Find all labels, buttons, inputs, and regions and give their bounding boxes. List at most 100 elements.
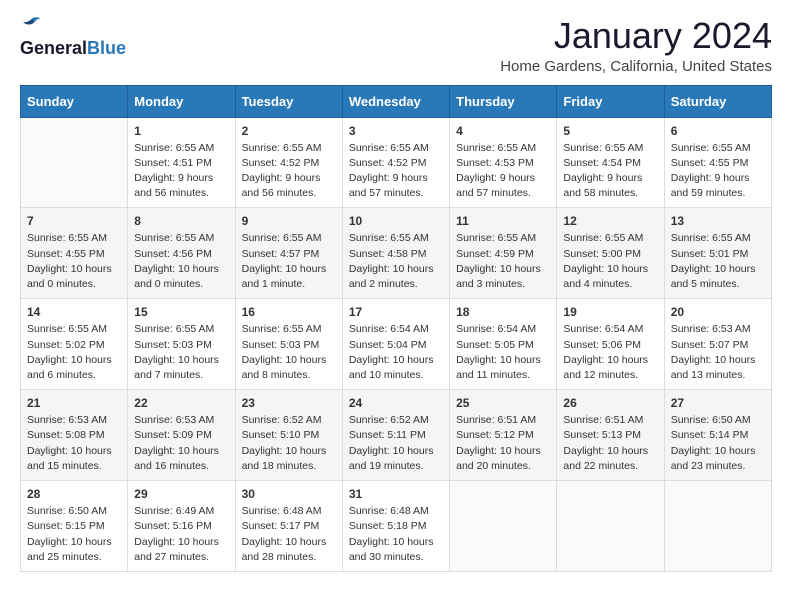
calendar-cell: 30 Sunrise: 6:48 AM Sunset: 5:17 PM Dayli… [235,481,342,572]
calendar-cell: 3 Sunrise: 6:55 AM Sunset: 4:52 PM Daylig… [342,117,449,208]
day-number: 3 [349,124,443,138]
calendar-cell: 21 Sunrise: 6:53 AM Sunset: 5:08 PM Dayli… [21,390,128,481]
day-info: Sunrise: 6:55 AM Sunset: 4:56 PM Dayligh… [134,231,228,292]
day-number: 14 [27,305,121,319]
day-number: 6 [671,124,765,138]
calendar-cell: 29 Sunrise: 6:49 AM Sunset: 5:16 PM Dayli… [128,481,235,572]
calendar-cell: 25 Sunrise: 6:51 AM Sunset: 5:12 PM Dayli… [450,390,557,481]
day-number: 16 [242,305,336,319]
day-info: Sunrise: 6:50 AM Sunset: 5:14 PM Dayligh… [671,413,765,474]
day-number: 11 [456,214,550,228]
day-number: 22 [134,396,228,410]
day-info: Sunrise: 6:54 AM Sunset: 5:06 PM Dayligh… [563,322,657,383]
day-number: 26 [563,396,657,410]
day-number: 29 [134,487,228,501]
calendar-cell [450,481,557,572]
calendar-cell: 11 Sunrise: 6:55 AM Sunset: 4:59 PM Dayli… [450,208,557,299]
calendar-cell: 23Sunrise: 6:52 AM Sunset: 5:10 PM Dayli… [235,390,342,481]
header: General Blue January 2024 Home Gardens, … [20,16,772,75]
day-number: 30 [242,487,336,501]
calendar-cell: 6Sunrise: 6:55 AM Sunset: 4:55 PM Daylig… [664,117,771,208]
calendar-cell: 24 Sunrise: 6:52 AM Sunset: 5:11 PM Dayli… [342,390,449,481]
day-info: Sunrise: 6:52 AM Sunset: 5:11 PM Dayligh… [349,413,443,474]
day-info: Sunrise: 6:53 AM Sunset: 5:08 PM Dayligh… [27,413,121,474]
calendar-cell: 20Sunrise: 6:53 AM Sunset: 5:07 PM Dayli… [664,299,771,390]
calendar-cell: 19 Sunrise: 6:54 AM Sunset: 5:06 PM Dayli… [557,299,664,390]
day-number: 18 [456,305,550,319]
calendar-cell [557,481,664,572]
day-info: Sunrise: 6:55 AM Sunset: 5:00 PM Dayligh… [563,231,657,292]
calendar-cell: 15Sunrise: 6:55 AM Sunset: 5:03 PM Dayli… [128,299,235,390]
logo-blue-text: Blue [87,39,126,57]
calendar-cell: 28 Sunrise: 6:50 AM Sunset: 5:15 PM Dayli… [21,481,128,572]
day-of-week-header: Thursday [450,85,557,117]
day-number: 17 [349,305,443,319]
day-info: Sunrise: 6:55 AM Sunset: 5:01 PM Dayligh… [671,231,765,292]
day-info: Sunrise: 6:48 AM Sunset: 5:18 PM Dayligh… [349,504,443,565]
day-number: 19 [563,305,657,319]
day-number: 10 [349,214,443,228]
calendar-cell: 8 Sunrise: 6:55 AM Sunset: 4:56 PM Daylig… [128,208,235,299]
calendar-cell: 2 Sunrise: 6:55 AM Sunset: 4:52 PM Daylig… [235,117,342,208]
day-info: Sunrise: 6:55 AM Sunset: 4:52 PM Dayligh… [349,141,443,202]
day-number: 5 [563,124,657,138]
logo: General Blue [20,16,126,57]
day-info: Sunrise: 6:51 AM Sunset: 5:13 PM Dayligh… [563,413,657,474]
day-of-week-header: Tuesday [235,85,342,117]
main-title: January 2024 [500,16,772,56]
day-number: 2 [242,124,336,138]
day-number: 27 [671,396,765,410]
day-info: Sunrise: 6:51 AM Sunset: 5:12 PM Dayligh… [456,413,550,474]
day-of-week-header: Monday [128,85,235,117]
day-info: Sunrise: 6:55 AM Sunset: 4:58 PM Dayligh… [349,231,443,292]
calendar-cell: 4 Sunrise: 6:55 AM Sunset: 4:53 PM Daylig… [450,117,557,208]
day-number: 25 [456,396,550,410]
day-of-week-header: Friday [557,85,664,117]
calendar-cell: 7Sunrise: 6:55 AM Sunset: 4:55 PM Daylig… [21,208,128,299]
day-info: Sunrise: 6:55 AM Sunset: 4:59 PM Dayligh… [456,231,550,292]
calendar-cell: 26 Sunrise: 6:51 AM Sunset: 5:13 PM Dayli… [557,390,664,481]
day-number: 31 [349,487,443,501]
day-info: Sunrise: 6:55 AM Sunset: 5:03 PM Dayligh… [134,322,228,383]
calendar-table: SundayMondayTuesdayWednesdayThursdayFrid… [20,85,772,572]
day-info: Sunrise: 6:50 AM Sunset: 5:15 PM Dayligh… [27,504,121,565]
day-of-week-header: Sunday [21,85,128,117]
day-info: Sunrise: 6:55 AM Sunset: 4:52 PM Dayligh… [242,141,336,202]
calendar-week-row: 21 Sunrise: 6:53 AM Sunset: 5:08 PM Dayli… [21,390,772,481]
day-info: Sunrise: 6:49 AM Sunset: 5:16 PM Dayligh… [134,504,228,565]
day-info: Sunrise: 6:55 AM Sunset: 5:03 PM Dayligh… [242,322,336,383]
calendar-cell [664,481,771,572]
day-info: Sunrise: 6:55 AM Sunset: 4:53 PM Dayligh… [456,141,550,202]
day-number: 8 [134,214,228,228]
day-info: Sunrise: 6:54 AM Sunset: 5:04 PM Dayligh… [349,322,443,383]
day-info: Sunrise: 6:48 AM Sunset: 5:17 PM Dayligh… [242,504,336,565]
day-number: 13 [671,214,765,228]
day-number: 4 [456,124,550,138]
day-info: Sunrise: 6:54 AM Sunset: 5:05 PM Dayligh… [456,322,550,383]
calendar-cell: 18 Sunrise: 6:54 AM Sunset: 5:05 PM Dayli… [450,299,557,390]
day-number: 28 [27,487,121,501]
logo-general-text: General [20,39,87,57]
calendar-cell: 5 Sunrise: 6:55 AM Sunset: 4:54 PM Daylig… [557,117,664,208]
calendar-cell: 9Sunrise: 6:55 AM Sunset: 4:57 PM Daylig… [235,208,342,299]
calendar-cell: 17 Sunrise: 6:54 AM Sunset: 5:04 PM Dayli… [342,299,449,390]
day-number: 24 [349,396,443,410]
calendar-week-row: 28 Sunrise: 6:50 AM Sunset: 5:15 PM Dayli… [21,481,772,572]
day-info: Sunrise: 6:53 AM Sunset: 5:09 PM Dayligh… [134,413,228,474]
day-number: 12 [563,214,657,228]
day-info: Sunrise: 6:52 AM Sunset: 5:10 PM Dayligh… [242,413,336,474]
day-number: 21 [27,396,121,410]
calendar-cell: 22 Sunrise: 6:53 AM Sunset: 5:09 PM Dayli… [128,390,235,481]
day-info: Sunrise: 6:55 AM Sunset: 5:02 PM Dayligh… [27,322,121,383]
calendar-week-row: 7Sunrise: 6:55 AM Sunset: 4:55 PM Daylig… [21,208,772,299]
calendar-cell: 10 Sunrise: 6:55 AM Sunset: 4:58 PM Dayli… [342,208,449,299]
day-of-week-header: Saturday [664,85,771,117]
day-info: Sunrise: 6:55 AM Sunset: 4:54 PM Dayligh… [563,141,657,202]
calendar-cell: 13 Sunrise: 6:55 AM Sunset: 5:01 PM Dayli… [664,208,771,299]
calendar-week-row: 14 Sunrise: 6:55 AM Sunset: 5:02 PM Dayli… [21,299,772,390]
day-number: 7 [27,214,121,228]
calendar-cell [21,117,128,208]
calendar-header-row: SundayMondayTuesdayWednesdayThursdayFrid… [21,85,772,117]
day-info: Sunrise: 6:55 AM Sunset: 4:57 PM Dayligh… [242,231,336,292]
calendar-cell: 14 Sunrise: 6:55 AM Sunset: 5:02 PM Dayli… [21,299,128,390]
